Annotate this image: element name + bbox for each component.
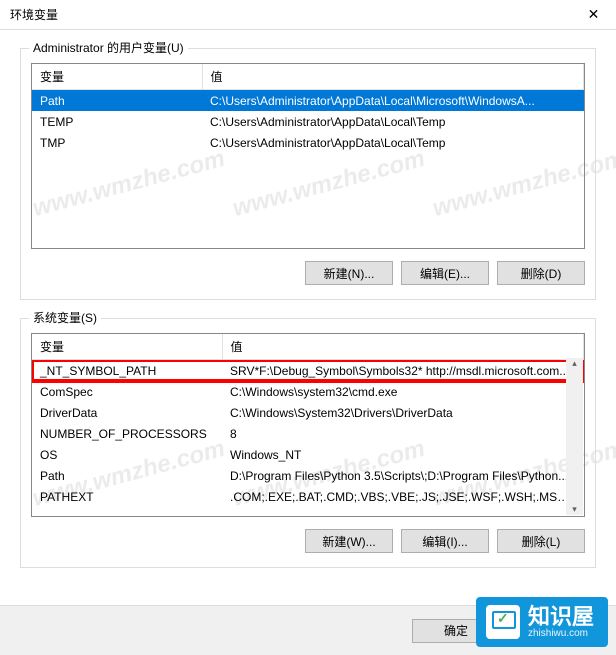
window-title: 环境变量 (10, 6, 58, 23)
new-user-var-button[interactable]: 新建(N)... (305, 261, 393, 285)
user-button-row: 新建(N)... 编辑(E)... 删除(D) (31, 261, 585, 285)
user-variables-section: Administrator 的用户变量(U) 变量 值 Path C:\User… (20, 48, 596, 300)
titlebar: 环境变量 ✕ (0, 0, 616, 30)
system-variables-table[interactable]: 变量 值 _NT_SYMBOL_PATH SRV*F:\Debug_Symbol… (31, 333, 585, 517)
var-value: C:\Users\Administrator\AppData\Local\Mic… (202, 90, 584, 111)
logo-text: 知识屋 (528, 604, 594, 629)
var-name: TEMP (32, 111, 202, 132)
system-section-label: 系统变量(S) (29, 309, 101, 326)
edit-user-var-button[interactable]: 编辑(E)... (401, 261, 489, 285)
edit-system-var-button[interactable]: 编辑(I)... (401, 529, 489, 553)
var-name: NUMBER_OF_PROCESSORS (32, 423, 222, 444)
new-system-var-button[interactable]: 新建(W)... (305, 529, 393, 553)
col-header-value[interactable]: 值 (202, 64, 584, 90)
close-icon: ✕ (588, 6, 600, 23)
var-value: 8 (222, 423, 584, 444)
var-name: ComSpec (32, 381, 222, 402)
var-value: .COM;.EXE;.BAT;.CMD;.VBS;.VBE;.JS;.JSE;.… (222, 486, 584, 507)
var-value: Windows_NT (222, 444, 584, 465)
var-value: SRV*F:\Debug_Symbol\Symbols32* http://ms… (222, 360, 584, 381)
system-variables-section: 系统变量(S) 变量 值 _NT_SYMBOL_PATH SRV*F:\Debu… (20, 318, 596, 568)
var-value: C:\Users\Administrator\AppData\Local\Tem… (202, 132, 584, 153)
scrollbar[interactable]: ▴ ▾ (566, 358, 583, 515)
system-button-row: 新建(W)... 编辑(I)... 删除(L) (31, 529, 585, 553)
var-name: PATHEXT (32, 486, 222, 507)
table-row[interactable]: Path D:\Program Files\Python 3.5\Scripts… (32, 465, 584, 486)
delete-system-var-button[interactable]: 删除(L) (497, 529, 585, 553)
delete-user-var-button[interactable]: 删除(D) (497, 261, 585, 285)
table-row[interactable]: _NT_SYMBOL_PATH SRV*F:\Debug_Symbol\Symb… (32, 360, 584, 381)
var-value: C:\Users\Administrator\AppData\Local\Tem… (202, 111, 584, 132)
var-name: Path (32, 465, 222, 486)
table-row[interactable]: TEMP C:\Users\Administrator\AppData\Loca… (32, 111, 584, 132)
close-button[interactable]: ✕ (571, 0, 616, 30)
var-value: D:\Program Files\Python 3.5\Scripts\;D:\… (222, 465, 584, 486)
col-header-value[interactable]: 值 (222, 334, 584, 360)
table-row[interactable]: OS Windows_NT (32, 444, 584, 465)
table-row[interactable]: TMP C:\Users\Administrator\AppData\Local… (32, 132, 584, 153)
var-name: DriverData (32, 402, 222, 423)
var-name: OS (32, 444, 222, 465)
scroll-up-icon: ▴ (572, 358, 577, 369)
table-row[interactable]: Path C:\Users\Administrator\AppData\Loca… (32, 90, 584, 111)
var-name: _NT_SYMBOL_PATH (32, 360, 222, 381)
table-row[interactable]: PATHEXT .COM;.EXE;.BAT;.CMD;.VBS;.VBE;.J… (32, 486, 584, 507)
var-name: TMP (32, 132, 202, 153)
var-name: Path (32, 90, 202, 111)
user-variables-table[interactable]: 变量 值 Path C:\Users\Administrator\AppData… (31, 63, 585, 249)
var-value: C:\Windows\system32\cmd.exe (222, 381, 584, 402)
table-row[interactable]: ComSpec C:\Windows\system32\cmd.exe (32, 381, 584, 402)
table-row[interactable]: NUMBER_OF_PROCESSORS 8 (32, 423, 584, 444)
scroll-down-icon: ▾ (572, 504, 577, 515)
col-header-variable[interactable]: 变量 (32, 64, 202, 90)
var-value: C:\Windows\System32\Drivers\DriverData (222, 402, 584, 423)
user-section-label: Administrator 的用户变量(U) (29, 39, 188, 56)
table-row[interactable]: DriverData C:\Windows\System32\Drivers\D… (32, 402, 584, 423)
col-header-variable[interactable]: 变量 (32, 334, 222, 360)
logo-badge: 知识屋 zhishiwu.com (476, 597, 608, 647)
logo-url: zhishiwu.com (528, 628, 594, 639)
logo-icon (486, 605, 520, 639)
